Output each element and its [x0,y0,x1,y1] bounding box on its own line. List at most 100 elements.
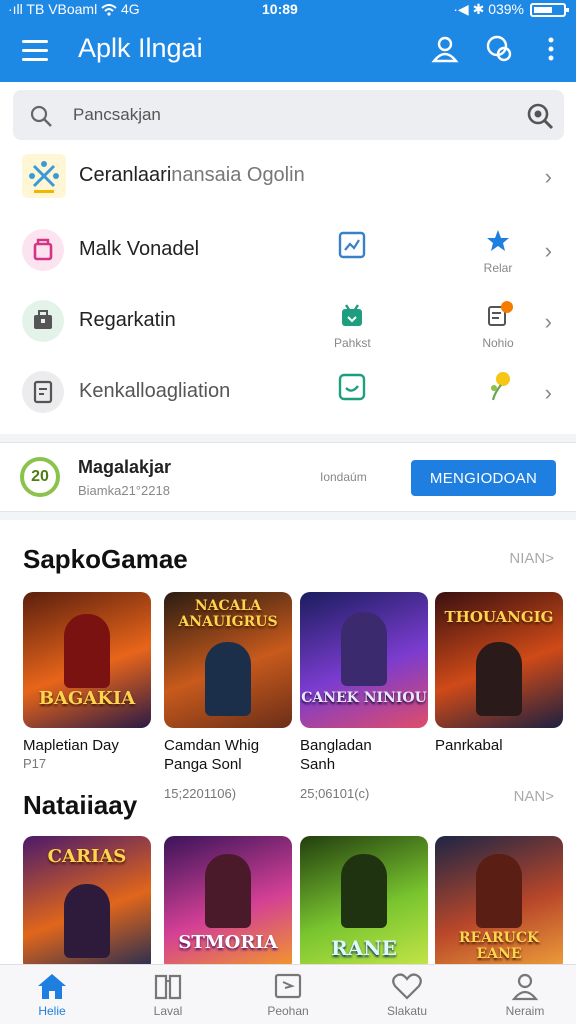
app-header: ·ıll TB VBoaml 4G 10:89 ·◀ ✱ 039% Aplk I… [0,0,576,82]
book-icon [154,974,182,1000]
menu-row-4[interactable]: Kenkalloagliation › [0,358,576,428]
document-icon [22,371,64,413]
game-title: Mapletian Day [23,737,119,754]
search-icon [29,104,53,133]
menu-row-label: Kenkalloagliation [79,380,231,402]
game-title: Panrkabal [435,737,503,754]
game-art: THOUANGIG [435,592,563,728]
shop-badge: Pahkst [334,301,371,350]
notes-caption: Nohio [482,336,514,350]
heart-icon [392,973,422,1000]
game-meta: P17 [23,756,47,771]
nav-label: Laval [153,1004,183,1018]
status-right: ·◀ ✱ 039% [453,1,524,17]
chart-card-icon [334,230,370,265]
status-bar: ·ıll TB VBoaml 4G 10:89 ·◀ ✱ 039% [0,0,576,20]
clock: 10:89 [262,1,298,17]
app-screen: ·ıll TB VBoaml 4G 10:89 ·◀ ✱ 039% Aplk I… [0,0,576,1024]
star-caption: Relar [483,261,513,275]
game-subtitle: Panga Sonl [164,756,242,773]
section-title: SapkoGamae [23,544,188,574]
page-title: Aplk Ilngai [78,33,203,63]
nav-profile[interactable]: Neraim [480,971,570,1018]
shop-caption: Pahkst [334,336,371,350]
home-icon [38,974,66,999]
smile-card-icon [334,372,370,407]
shop-icon [342,304,362,326]
game-art: CANEK NINIOU [300,592,428,728]
notes-icon [488,301,513,326]
game-card[interactable]: RANE [300,836,430,964]
game-art: REARUCK EANE [435,836,563,964]
user-icon [431,36,459,63]
flag-card-icon [274,973,302,999]
game-card[interactable]: STMORIA [164,836,294,964]
promo-banner: 20 Magalakjar Biamka21°2218 Iondaúm MENG… [0,442,576,512]
game-card[interactable]: THOUANGIG Panrkabal [435,592,565,755]
game-card[interactable]: CANEK NINIOU Bangladan Sanh [300,592,430,774]
games-section: SapkoGamae NIAN> BAGAKIA Mapletian Day P… [0,520,576,964]
promo-badge: 20 [20,457,60,497]
game-subtitle: Sanh [300,756,336,773]
nav-label: Helie [38,1004,66,1018]
menu-row-label: Ceranlaarinansaia Ogolin [79,164,305,186]
notification-badge: Nohio [476,299,520,350]
game-card[interactable]: REARUCK EANE [435,836,565,964]
puzzle-icon [22,154,66,198]
carrier-text: ·ıll TB VBoaml [8,1,98,17]
chevron-right-icon: › [544,309,552,334]
game-meta: 25;06101(c) [300,786,370,801]
nav-favorites[interactable]: Slakatu [362,971,452,1018]
bag-icon [22,229,64,271]
promo-subtitle: Biamka21°2218 [78,483,170,498]
scan-search-button[interactable] [526,102,554,135]
nav-library[interactable]: Laval [123,971,213,1018]
promo-title: Magalakjar [78,457,172,477]
chevron-right-icon: › [544,380,552,405]
balloon-icon [476,370,520,407]
game-art: CARIAS [23,836,151,964]
chat-button[interactable] [484,34,514,64]
hamburger-menu-button[interactable] [22,40,50,62]
briefcase-icon [22,300,64,342]
menu-row-2[interactable]: Malk Vonadel Relar › [0,216,576,286]
game-art: BAGAKIA [23,592,151,728]
search-bar [13,90,564,140]
chat-bubble-icon [486,35,512,62]
wifi-icon [101,1,121,17]
game-art: NACALA ANAUIGRUS [164,592,292,728]
game-title: Bangladan [300,737,372,754]
profile-button[interactable] [430,34,460,64]
person-icon [511,973,539,1001]
lens-icon [527,103,554,130]
nav-home[interactable]: Helie [7,971,97,1018]
nav-label: Neraim [505,1004,545,1018]
chevron-right-icon: › [544,164,552,189]
game-card[interactable]: CARIAS [23,836,153,964]
section-title: Nataiiaay [23,790,138,820]
see-more-link[interactable]: NAN> [514,788,554,805]
see-more-link[interactable]: NIAN> [509,550,554,567]
search-input[interactable] [73,100,513,130]
menu-list: Ceranlaarinansaia Ogolin › Malk Vonadel … [0,146,576,434]
promo-action-button[interactable]: MENGIODOAN [411,460,556,496]
more-options-button[interactable] [536,34,554,64]
menu-row-label: Regarkatin [79,309,176,331]
game-meta: 15;2201106) [164,786,237,801]
menu-row-1[interactable]: Ceranlaarinansaia Ogolin › [0,146,576,216]
game-card[interactable]: BAGAKIA Mapletian Day P17 [23,592,153,773]
nav-messages[interactable]: Peohan [243,971,333,1018]
search-section [0,82,576,146]
menu-row-3[interactable]: Regarkatin Pahkst Nohio › [0,287,576,357]
menu-row-label: Malk Vonadel [79,238,200,260]
chevron-right-icon: › [544,238,552,263]
star-badge: Relar [476,228,520,275]
more-vertical-icon [548,37,554,61]
game-card[interactable]: NACALA ANAUIGRUS Camdan Whig Panga Sonl [164,592,294,774]
battery-icon [530,3,569,17]
star-icon [487,230,509,251]
carrier-label: ·ıll TB VBoaml 4G [8,1,140,17]
game-title: Camdan Whig [164,737,260,754]
game-art: STMORIA [164,836,292,964]
game-art: RANE [300,836,428,964]
